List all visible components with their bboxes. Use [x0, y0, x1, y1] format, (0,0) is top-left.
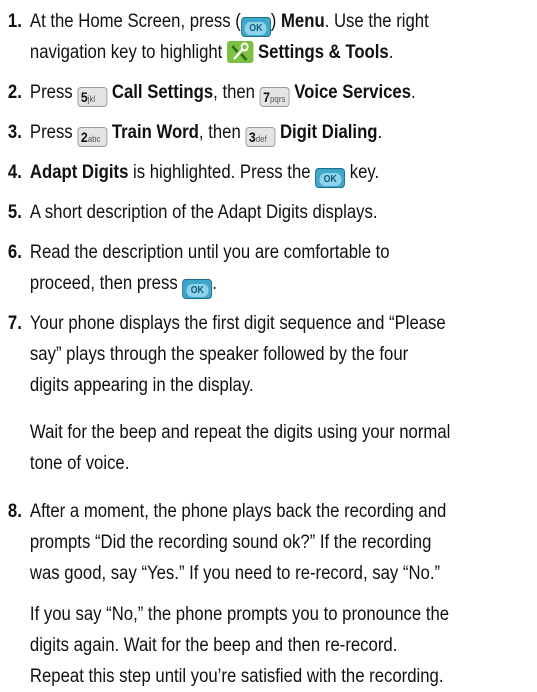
step-number: 7. [7, 313, 22, 334]
step-text: prompts “Did the recording sound ok?” If… [29, 532, 432, 553]
step-number: 4. [7, 162, 22, 183]
step-text: digits appearing in the display. [29, 375, 254, 396]
ok-key-icon: OK [315, 168, 346, 188]
step-text: If you say “No,” the phone prompts you t… [29, 604, 450, 625]
step-text: say” plays through the speaker followed … [29, 344, 409, 365]
step-text: tone of voice. [29, 453, 130, 474]
step-text: Repeat this step until you’re satisfied … [29, 666, 444, 687]
step-text: At the Home Screen, press ( [29, 11, 241, 32]
step-text: Your phone displays the first digit sequ… [29, 313, 446, 334]
step-text: digits again. Wait for the beep and then… [29, 635, 398, 656]
step-number: 5. [7, 202, 22, 223]
train-word-label: Train Word [111, 122, 199, 143]
key-2-icon: 2abc [77, 127, 108, 147]
menu-label: Menu [281, 11, 325, 32]
step-text: Read the description until you are comfo… [29, 242, 390, 263]
instruction-page: 1. At the Home Screen, press (OK) Menu. … [0, 0, 537, 687]
key-3-icon: 3def [245, 127, 276, 147]
adapt-digits-label: Adapt Digits [29, 162, 129, 183]
digit-dialing-label: Digit Dialing [279, 122, 378, 143]
step-number: 3. [7, 122, 22, 143]
step-number: 8. [7, 501, 22, 522]
ok-key-icon: OK [182, 279, 213, 299]
step-text: Wait for the beep and repeat the digits … [29, 422, 451, 443]
step-text: was good, say “Yes.” If you need to re-r… [29, 563, 441, 584]
ok-key-icon: OK [240, 17, 271, 37]
step-text: A short description of the Adapt Digits … [29, 202, 378, 223]
step-text: After a moment, the phone plays back the… [29, 501, 447, 522]
step-number: 6. [7, 242, 22, 263]
settings-tools-label: Settings & Tools [258, 42, 389, 63]
call-settings-label: Call Settings [111, 82, 214, 103]
step-number: 1. [7, 11, 22, 32]
settings-tools-icon [226, 41, 254, 63]
key-7-icon: 7pqrs [259, 87, 290, 107]
step-number: 2. [7, 82, 22, 103]
key-5-icon: 5jkl [77, 87, 108, 107]
voice-services-label: Voice Services [294, 82, 412, 103]
